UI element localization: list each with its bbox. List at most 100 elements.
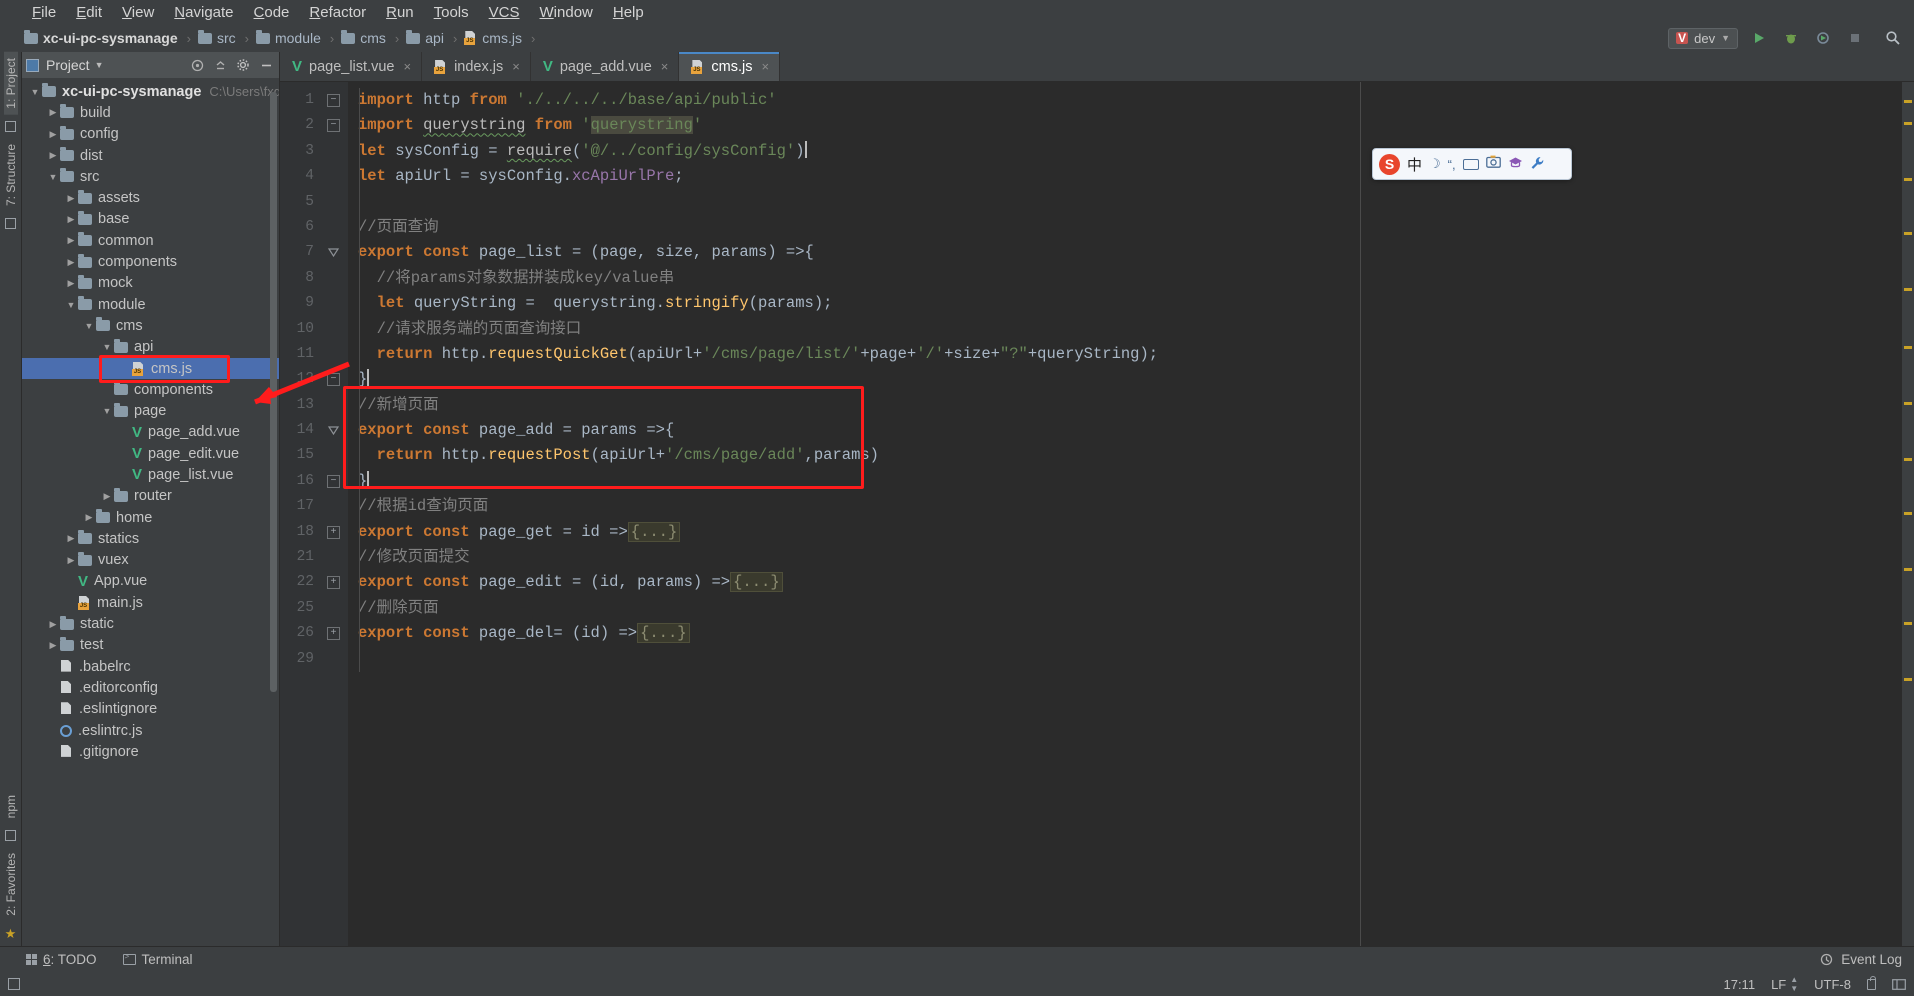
fold-collapse-icon[interactable]: − (327, 94, 340, 107)
chevron-right-icon[interactable]: ▶ (64, 533, 78, 544)
fold-collapse-icon[interactable]: − (327, 474, 340, 488)
project-scrollbar[interactable] (270, 92, 277, 692)
chevron-down-icon[interactable]: ▼ (46, 172, 60, 182)
tool-tab-npm[interactable]: npm (4, 789, 18, 824)
menu-item-file[interactable]: File (22, 4, 66, 21)
menu-item-edit[interactable]: Edit (66, 4, 112, 21)
tree-item-assets[interactable]: ▶ assets (22, 187, 279, 208)
tree-item-components[interactable]: components (22, 379, 279, 400)
search-everywhere-icon[interactable] (1882, 27, 1904, 49)
line-separator-selector[interactable]: LF ▲ ▼ (1771, 975, 1798, 993)
screenshot-icon[interactable] (1485, 155, 1501, 173)
tree-item--eslintrc-js[interactable]: .eslintrc.js (22, 720, 279, 741)
tree-item-main-js[interactable]: JS main.js (22, 592, 279, 613)
tree-item-common[interactable]: ▶ common (22, 230, 279, 251)
breadcrumb-item-xc-ui-pc-sysmanage[interactable]: xc-ui-pc-sysmanage (22, 29, 180, 46)
chevron-right-icon[interactable]: ▶ (64, 235, 78, 246)
tree-item-xc-ui-pc-sysmanage[interactable]: ▼ xc-ui-pc-sysmanage C:\Users\fxd\D (22, 81, 279, 102)
tree-item--gitignore[interactable]: .gitignore (22, 741, 279, 762)
run-button[interactable] (1748, 27, 1770, 49)
warning-marker[interactable] (1904, 100, 1912, 103)
tree-item-dist[interactable]: ▶ dist (22, 145, 279, 166)
scroll-from-source-icon[interactable] (188, 56, 206, 74)
fold-expand-icon[interactable]: + (327, 627, 340, 641)
hat-icon[interactable] (1508, 156, 1523, 172)
tree-item-page-list-vue[interactable]: Vpage_list.vue (22, 464, 279, 485)
layout-icon[interactable] (1892, 978, 1906, 990)
breadcrumb-item-api[interactable]: api (404, 29, 446, 46)
debug-button[interactable] (1780, 27, 1802, 49)
fold-collapse-icon[interactable]: − (327, 373, 340, 387)
tool-tab-structure[interactable]: 7: Structure (4, 138, 18, 212)
close-icon[interactable]: × (661, 59, 669, 74)
chevron-down-icon[interactable]: ▼ (28, 87, 42, 97)
tree-item-config[interactable]: ▶ config (22, 124, 279, 145)
breadcrumb-item-cms[interactable]: cms (339, 29, 388, 46)
encoding-selector[interactable]: UTF-8 (1814, 977, 1851, 992)
code-text[interactable]: import http from './../../../base/api/pu… (348, 82, 1902, 946)
chevron-down-icon[interactable]: ▼ (95, 60, 104, 70)
menu-item-window[interactable]: Window (530, 4, 603, 21)
todo-tool-button[interactable]: 6: TODO (26, 952, 97, 967)
gear-icon[interactable] (234, 56, 252, 74)
editor-marker-strip[interactable] (1902, 82, 1914, 946)
chevron-right-icon[interactable]: ▶ (64, 278, 78, 289)
run-configuration-selector[interactable]: V dev ▼ (1668, 27, 1738, 49)
tree-item-module[interactable]: ▼ module (22, 294, 279, 315)
editor-gutter[interactable]: 1−2− 3 4 5 6 7 8 9 10 11 12− 13 14 15 16− 17 18 + 21 22 + 25 2… (280, 82, 348, 946)
editor-tab-page-add-vue[interactable]: Vpage_add.vue × (531, 52, 680, 81)
fold-expand-icon[interactable]: + (327, 576, 340, 590)
menu-item-vcs[interactable]: VCS (479, 4, 530, 21)
menu-item-run[interactable]: Run (376, 4, 424, 21)
chevron-down-icon[interactable]: ▼ (100, 342, 114, 352)
chevron-down-icon[interactable]: ▼ (100, 406, 114, 416)
menu-item-navigate[interactable]: Navigate (164, 4, 243, 21)
warning-marker[interactable] (1904, 458, 1912, 461)
warning-marker[interactable] (1904, 402, 1912, 405)
chevron-right-icon[interactable]: ▶ (46, 107, 60, 118)
menu-item-tools[interactable]: Tools (424, 4, 479, 21)
warning-marker[interactable] (1904, 622, 1912, 625)
tree-item-home[interactable]: ▶ home (22, 507, 279, 528)
tree-item-cms[interactable]: ▼ cms (22, 315, 279, 336)
chevron-right-icon[interactable]: ▶ (64, 257, 78, 268)
tree-item-test[interactable]: ▶ test (22, 635, 279, 656)
breadcrumb-item-module[interactable]: module (254, 29, 323, 46)
tree-item-static[interactable]: ▶ static (22, 613, 279, 634)
fold-expand-icon[interactable]: + (327, 525, 340, 539)
breadcrumb-item-cms-js[interactable]: JS cms.js (462, 30, 524, 46)
chevron-right-icon[interactable]: ▶ (64, 214, 78, 225)
chevron-right-icon[interactable]: ▶ (46, 150, 60, 161)
close-icon[interactable]: × (512, 59, 520, 74)
event-log-button[interactable]: Event Log (1820, 952, 1902, 967)
chevron-down-icon[interactable]: ▼ (82, 321, 96, 331)
menu-item-help[interactable]: Help (603, 4, 654, 21)
editor-tab-page-list-vue[interactable]: Vpage_list.vue × (280, 52, 423, 81)
stop-button[interactable] (1844, 27, 1866, 49)
fold-region-icon[interactable] (327, 424, 340, 438)
chevron-right-icon[interactable]: ▶ (46, 129, 60, 140)
chevron-right-icon[interactable]: ▶ (46, 619, 60, 630)
tree-item-page-edit-vue[interactable]: Vpage_edit.vue (22, 443, 279, 464)
collapse-all-icon[interactable] (211, 56, 229, 74)
chevron-down-icon[interactable]: ▼ (64, 300, 78, 310)
tree-item-page-add-vue[interactable]: Vpage_add.vue (22, 422, 279, 443)
warning-marker[interactable] (1904, 568, 1912, 571)
tree-item-build[interactable]: ▶ build (22, 102, 279, 123)
hide-panel-icon[interactable] (257, 56, 275, 74)
warning-marker[interactable] (1904, 288, 1912, 291)
tree-item-cms-js[interactable]: JS cms.js (22, 357, 279, 380)
tree-item-page[interactable]: ▼ page (22, 400, 279, 421)
close-icon[interactable]: × (761, 59, 769, 74)
tree-item-vuex[interactable]: ▶ vuex (22, 550, 279, 571)
wrench-icon[interactable] (1530, 156, 1545, 173)
fold-collapse-icon[interactable]: − (327, 119, 340, 133)
ime-mode-label[interactable]: 中 (1407, 154, 1422, 175)
read-only-lock-icon[interactable] (1867, 975, 1876, 990)
tree-item-api[interactable]: ▼ api (22, 337, 279, 358)
fold-region-icon[interactable] (327, 246, 340, 260)
tree-item-components[interactable]: ▶ components (22, 251, 279, 272)
tree-item-router[interactable]: ▶ router (22, 486, 279, 507)
menu-item-code[interactable]: Code (244, 4, 300, 21)
breadcrumb-item-src[interactable]: src (196, 29, 238, 46)
